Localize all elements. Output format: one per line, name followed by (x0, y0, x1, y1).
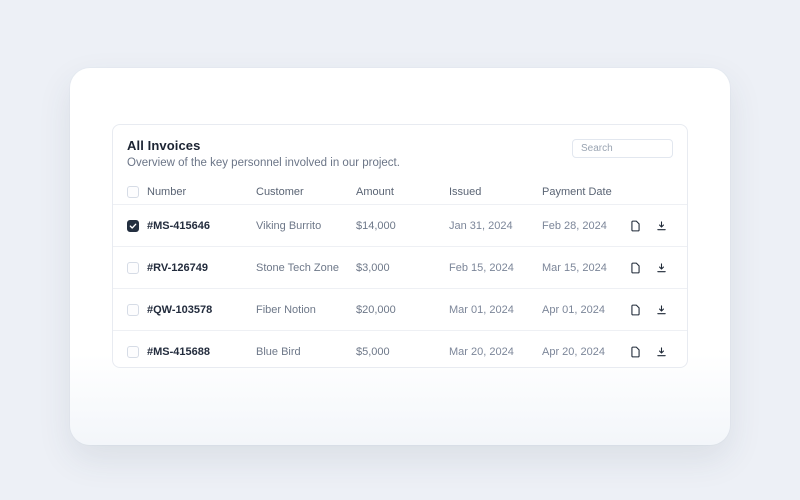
table-header-row: Number Customer Amount Issued Payment Date (113, 180, 687, 205)
invoices-panel: All Invoices Overview of the key personn… (112, 124, 688, 368)
page-background: All Invoices Overview of the key personn… (0, 0, 800, 500)
cell-amount: $5,000 (356, 346, 390, 358)
row-checkbox-cell (127, 261, 147, 274)
download-icon[interactable] (655, 303, 668, 317)
cell-amount: $20,000 (356, 303, 396, 316)
cell-payment-date: Apr 01, 2024 (542, 303, 605, 316)
table-row: #MS-415646 Viking Burrito $14,000 Jan 31, 2… (113, 205, 687, 247)
cell-issued: Feb 15, 2024 (449, 261, 514, 274)
cell-number: #MS-415646 (147, 219, 210, 232)
column-header-customer: Customer (256, 186, 304, 198)
column-header-amount: Amount (356, 186, 394, 198)
panel-header: All Invoices Overview of the key personn… (113, 125, 687, 180)
row-actions (629, 261, 673, 275)
cell-issued: Mar 20, 2024 (449, 346, 514, 358)
invoice-card: All Invoices Overview of the key personn… (70, 68, 730, 445)
row-checkbox[interactable] (127, 219, 139, 232)
cell-number: #RV-126749 (147, 261, 208, 274)
table-row: #RV-126749 Stone Tech Zone $3,000 Feb 15, 2… (113, 247, 687, 289)
search-input[interactable] (572, 139, 673, 158)
select-all-checkbox[interactable] (127, 186, 139, 198)
invoice-table-body: #MS-415646 Viking Burrito $14,000 Jan 31, 2… (113, 205, 687, 367)
cell-customer: Viking Burrito (256, 219, 322, 232)
cell-customer: Fiber Notion (256, 303, 316, 316)
cell-customer: Blue Bird (256, 346, 301, 358)
cell-amount: $3,000 (356, 261, 390, 274)
cell-issued: Mar 01, 2024 (449, 303, 514, 316)
cell-amount: $14,000 (356, 219, 396, 232)
cell-payment-date: Apr 20, 2024 (542, 346, 605, 358)
cell-issued: Jan 31, 2024 (449, 219, 513, 232)
cell-number: #QW-103578 (147, 303, 213, 316)
download-icon[interactable] (655, 261, 668, 275)
column-header-issued: Issued (449, 186, 482, 198)
page-subtitle: Overview of the key personnel involved i… (127, 157, 400, 169)
cell-number: #MS-415688 (147, 346, 210, 358)
table-row: #MS-415688 Blue Bird $5,000 Mar 20, 2024 Apr… (113, 331, 687, 367)
column-header-payment-date: Payment Date (542, 186, 612, 198)
row-checkbox[interactable] (127, 346, 139, 358)
table-row: #QW-103578 Fiber Notion $20,000 Mar 01, 202… (113, 289, 687, 331)
row-actions (629, 303, 673, 317)
document-icon[interactable] (629, 219, 642, 233)
row-actions (629, 219, 673, 233)
row-checkbox-cell (127, 346, 147, 358)
document-icon[interactable] (629, 345, 642, 359)
document-icon[interactable] (629, 261, 642, 275)
column-header-number: Number (147, 186, 187, 198)
cell-customer: Stone Tech Zone (256, 261, 339, 274)
row-checkbox-cell (127, 219, 147, 232)
download-icon[interactable] (655, 345, 668, 359)
row-actions (629, 345, 673, 359)
row-checkbox-cell (127, 303, 147, 316)
cell-payment-date: Feb 28, 2024 (542, 219, 607, 232)
row-checkbox[interactable] (127, 261, 139, 274)
select-all-cell (127, 186, 147, 198)
document-icon[interactable] (629, 303, 642, 317)
download-icon[interactable] (655, 219, 668, 233)
row-checkbox[interactable] (127, 303, 139, 316)
cell-payment-date: Mar 15, 2024 (542, 261, 607, 274)
